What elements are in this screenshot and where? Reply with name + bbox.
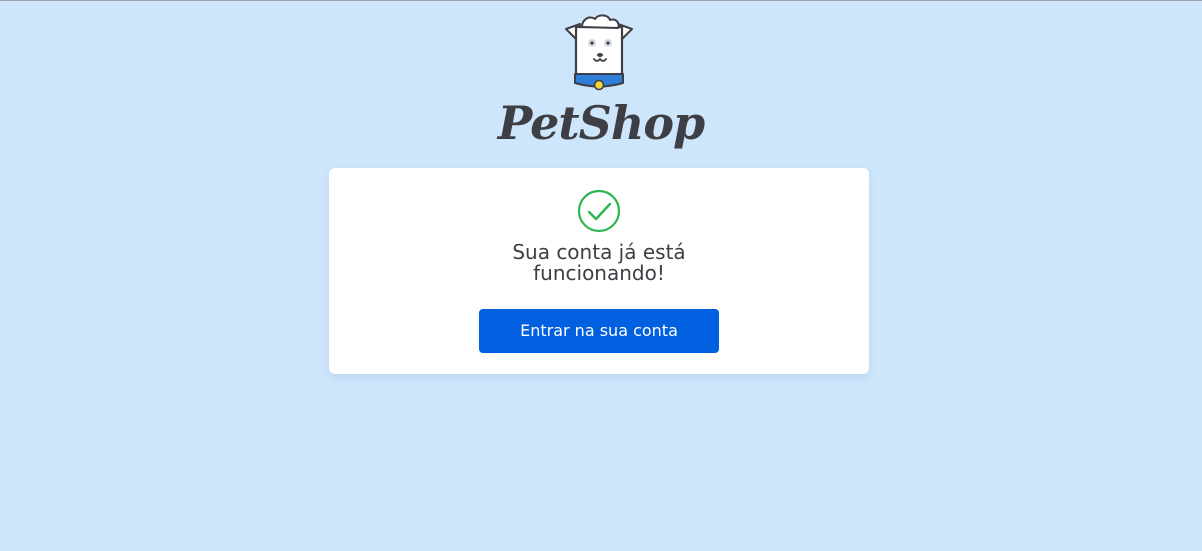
confirmation-message-line2: funcionando!: [533, 261, 665, 285]
check-circle-icon: [577, 189, 621, 233]
brand-logo-text: PetShop: [497, 96, 705, 150]
confirmation-card: Sua conta já está funcionando! Entrar na…: [329, 168, 869, 374]
login-button[interactable]: Entrar na sua conta: [479, 309, 719, 353]
confirmation-message: Sua conta já está funcionando!: [329, 242, 869, 284]
dog-mascot-icon: [565, 14, 633, 91]
page-header: PetShop: [0, 1, 1202, 169]
confirmation-message-line1: Sua conta já está: [512, 240, 686, 264]
